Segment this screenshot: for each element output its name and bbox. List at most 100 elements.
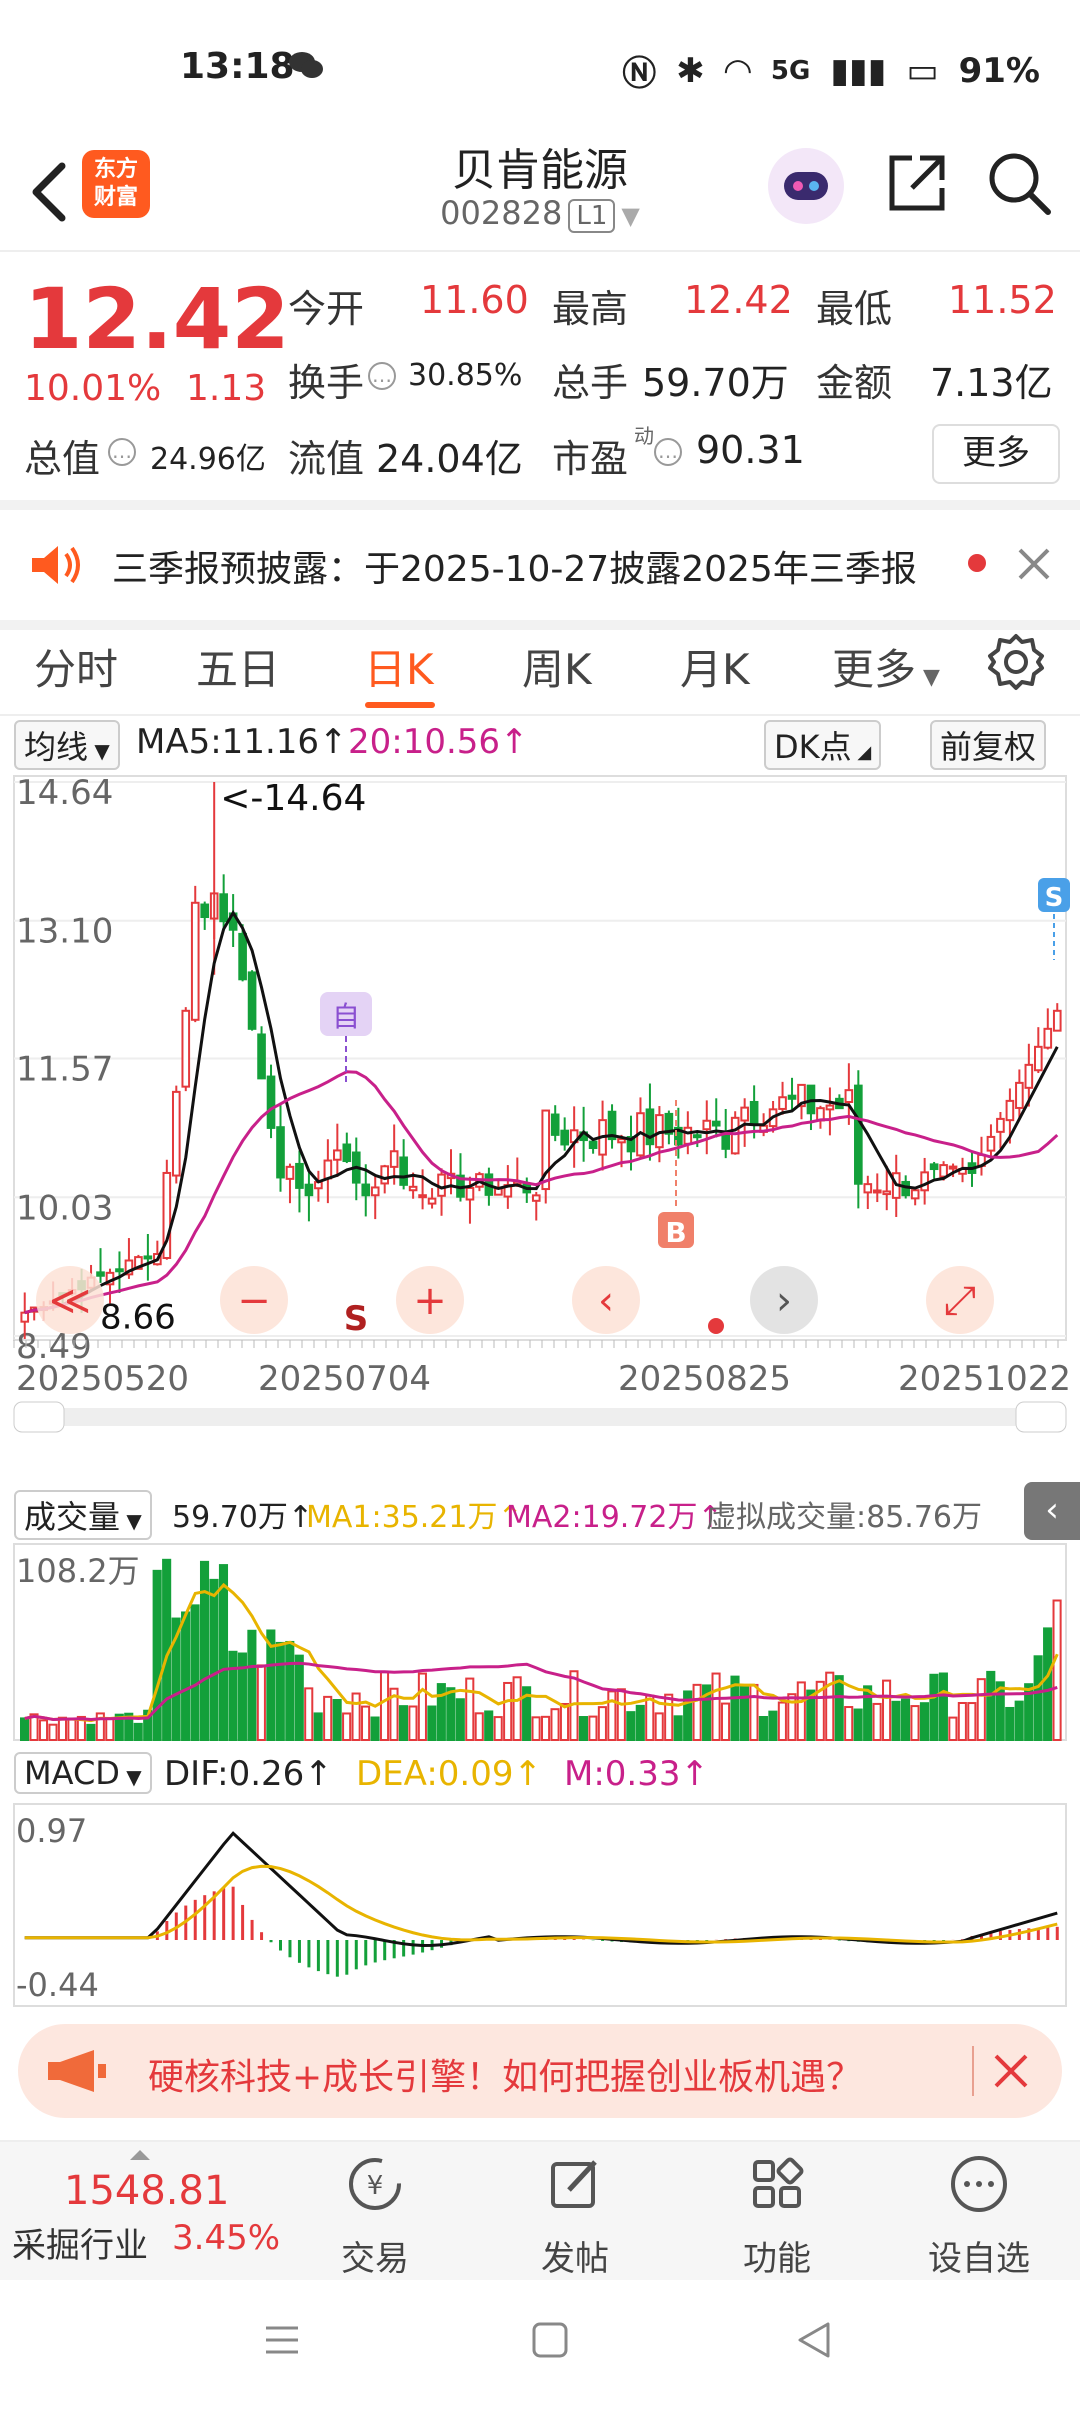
tab-zhouk[interactable]: 周K xyxy=(522,636,592,697)
y-tick-label: 11.57 xyxy=(16,1050,113,1090)
trade-icon: ¥ xyxy=(349,2158,401,2210)
stock-code: 002828 xyxy=(440,194,563,232)
amount-label: 金额 xyxy=(816,361,893,405)
volume-bar xyxy=(531,1716,541,1741)
tab-rik[interactable]: 日K xyxy=(364,636,434,697)
candle xyxy=(692,1134,702,1139)
volume-bar xyxy=(379,1671,390,1741)
macd-selector[interactable]: MACD ▼ xyxy=(14,1752,152,1794)
industry-pct: 3.45% xyxy=(172,2218,281,2258)
volume-bar xyxy=(796,1681,806,1741)
candle xyxy=(863,1183,873,1194)
volume-chart[interactable]: 108.2万 xyxy=(0,1540,1080,1750)
volume-bar xyxy=(834,1675,844,1742)
candle xyxy=(1005,1099,1015,1122)
volume-bar xyxy=(844,1706,854,1741)
marker-b-label: B xyxy=(665,1216,686,1249)
candle xyxy=(683,1126,693,1145)
promo-banner[interactable]: 硬核科技+成长引擎！如何把握创业板机遇？ xyxy=(18,2024,1062,2118)
volume-bar xyxy=(1043,1627,1053,1741)
bluetooth-icon: ✱ xyxy=(676,50,705,91)
low-label: 8.66 xyxy=(100,1298,176,1338)
volume-bar xyxy=(853,1708,863,1741)
candle xyxy=(920,1171,929,1192)
candle xyxy=(617,1138,626,1144)
peak-label: <-14.64 xyxy=(220,778,366,819)
industry-index-value[interactable]: 1548.81 xyxy=(64,2168,229,2214)
candle xyxy=(295,1162,304,1189)
fullscreen-icon: ⤢ xyxy=(944,1278,976,1324)
tab-yuek[interactable]: 月K xyxy=(680,636,750,697)
wechat-icon xyxy=(289,52,323,78)
gear-icon[interactable] xyxy=(986,632,1046,692)
menu-icon[interactable] xyxy=(262,2320,302,2360)
info-icon[interactable]: … xyxy=(654,438,682,466)
info-icon[interactable]: … xyxy=(108,438,136,466)
back-triangle-icon[interactable] xyxy=(794,2320,834,2360)
volume-selector[interactable]: 成交量 ▼ xyxy=(14,1490,152,1540)
candle xyxy=(437,1173,446,1197)
candle xyxy=(219,893,228,923)
notice-bar[interactable]: 三季报预披露：于2025-10-27披露2025年三季报 xyxy=(0,500,1080,630)
volume-bar xyxy=(673,1715,683,1741)
adjust-button[interactable]: 前复权 xyxy=(930,720,1047,770)
nav-post[interactable]: 发帖 xyxy=(500,2154,650,2280)
volume-bar xyxy=(976,1678,986,1741)
mcap-label: 总值 xyxy=(24,437,101,481)
close-icon[interactable] xyxy=(1014,544,1054,584)
candle xyxy=(844,1089,854,1103)
volume-bar xyxy=(1033,1655,1043,1741)
tab-fenshi[interactable]: 分时 xyxy=(34,636,118,697)
kline-chart[interactable]: 14.6413.1011.5710.038.49<-14.648.66自BS≪ −… xyxy=(0,770,1080,1440)
promo-text: 硬核科技+成长引擎！如何把握创业板机遇？ xyxy=(148,2057,863,2098)
assistant-robot-icon[interactable] xyxy=(768,148,844,224)
nav-function[interactable]: 功能 xyxy=(702,2154,852,2280)
candle xyxy=(1043,1027,1053,1049)
bottom-toolbar: 1548.81 采掘行业 3.45% ¥ 交易 发帖 功能 设自选 xyxy=(0,2140,1080,2282)
home-icon[interactable] xyxy=(530,2320,570,2360)
volume-bar xyxy=(351,1692,361,1741)
volume-bar xyxy=(664,1693,674,1742)
marker-s2-label: S xyxy=(1045,883,1064,913)
tab-more-label: 更多 xyxy=(832,645,917,694)
candle xyxy=(115,1268,124,1273)
volume-bar xyxy=(626,1711,636,1741)
ma-selector[interactable]: 均线 ▼ xyxy=(14,720,120,770)
nav-add-watchlist[interactable]: 设自选 xyxy=(904,2154,1054,2280)
volume-bar xyxy=(749,1683,759,1742)
y-tick-label: 108.2万 xyxy=(16,1552,140,1590)
volume-bar xyxy=(919,1702,930,1742)
nav-trade[interactable]: ¥ 交易 xyxy=(300,2154,450,2280)
volume-bar xyxy=(86,1723,96,1742)
candle xyxy=(96,1271,105,1277)
volume-bar xyxy=(436,1683,446,1741)
corner-icon: ◢ xyxy=(851,742,872,763)
volume-bar xyxy=(228,1650,238,1741)
volume-bar xyxy=(910,1705,920,1741)
volume-bar xyxy=(1052,1599,1062,1741)
tab-wuri[interactable]: 五日 xyxy=(196,636,280,697)
volume-bar xyxy=(758,1716,768,1741)
volume-bar xyxy=(417,1672,427,1742)
more-button[interactable]: 更多 xyxy=(932,424,1060,484)
volume-bar xyxy=(863,1685,873,1742)
candle xyxy=(702,1119,712,1131)
caret-up-icon xyxy=(130,2150,150,2160)
close-icon[interactable] xyxy=(992,2052,1030,2090)
open-label: 今开 xyxy=(288,287,365,331)
candle xyxy=(190,901,200,1021)
range-handle-right xyxy=(1015,1401,1067,1433)
candle xyxy=(266,1075,276,1129)
volume-label: 总手 xyxy=(552,361,629,405)
info-icon[interactable]: … xyxy=(368,362,396,390)
share-icon[interactable] xyxy=(882,148,952,218)
volume-bar xyxy=(986,1670,996,1741)
macd-chart[interactable]: 0.97 -0.44 xyxy=(0,1800,1080,2010)
tab-more[interactable]: 更多 ▼ xyxy=(832,636,940,697)
volume-bar xyxy=(398,1705,409,1741)
ma-selector-label: 均线 xyxy=(24,728,89,766)
dk-point-button[interactable]: DK点 ◢ xyxy=(764,720,882,770)
collapse-panel-button[interactable]: ‹ xyxy=(1024,1482,1080,1540)
industry-name[interactable]: 采掘行业 xyxy=(12,2218,148,2267)
search-icon[interactable] xyxy=(984,148,1054,218)
